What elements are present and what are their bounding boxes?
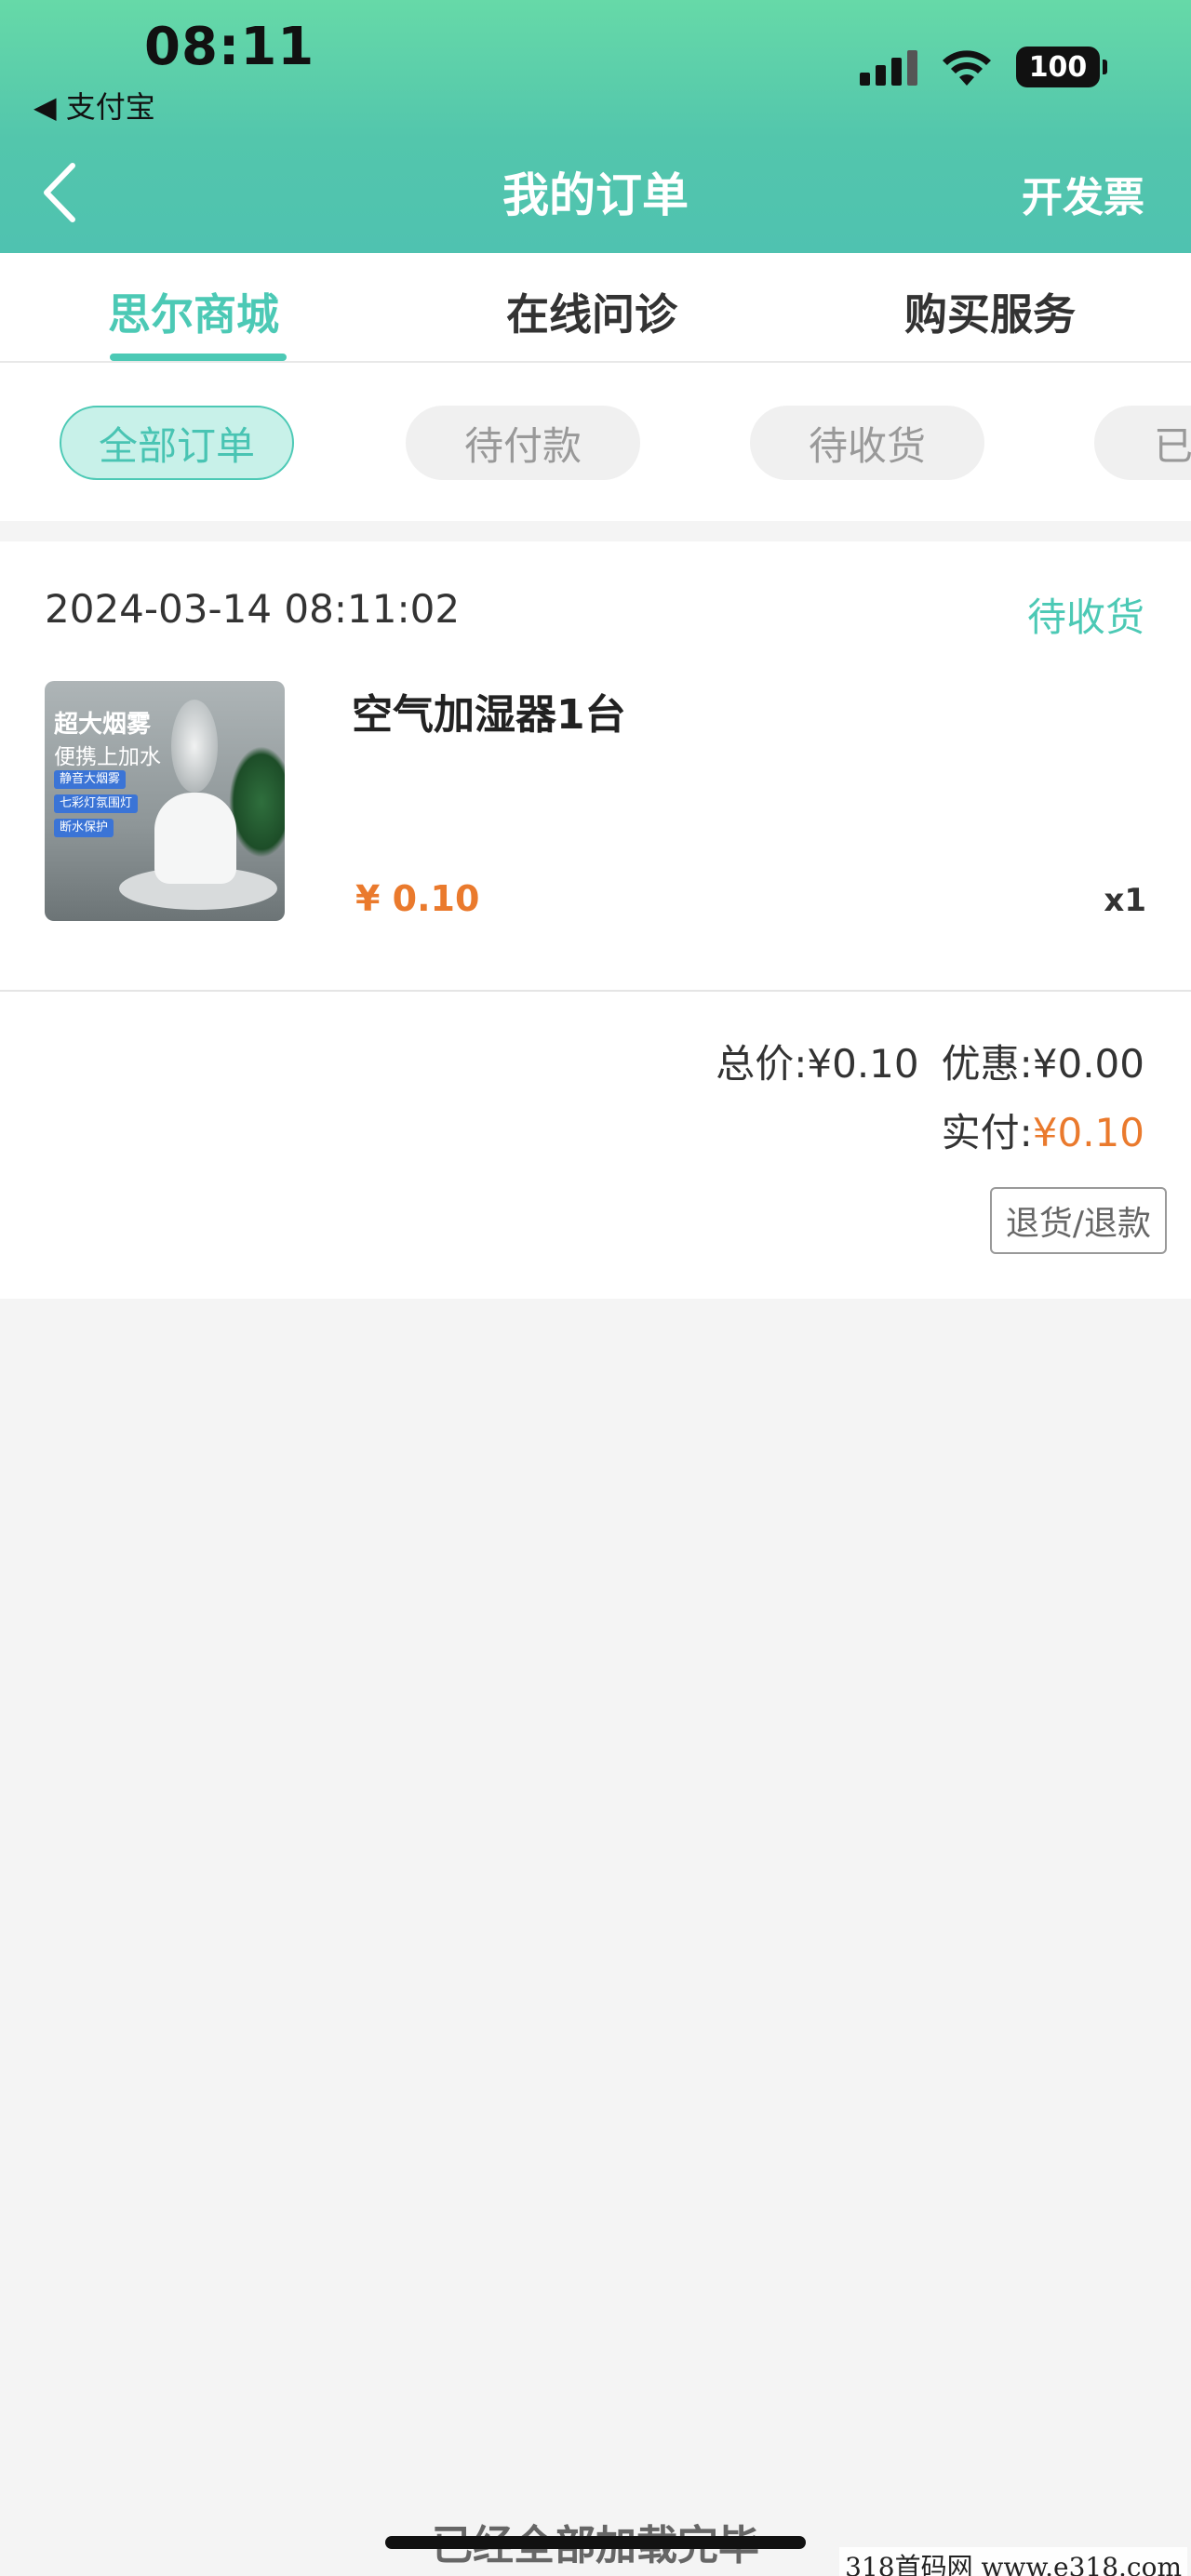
price-summary: 总价:¥0.10 优惠:¥0.00 <box>716 1033 1144 1089</box>
humidifier-graphic <box>154 793 236 884</box>
status-back-to-app[interactable]: ◀ 支付宝 <box>33 84 155 127</box>
product-price: ¥ 0.10 <box>355 878 480 919</box>
product-quantity: x1 <box>1104 882 1146 919</box>
cellular-signal-icon <box>860 48 917 86</box>
thumb-tag: 静音大烟雾 <box>54 770 127 789</box>
amount-paid: 实付:¥0.10 <box>942 1101 1144 1158</box>
status-icons: 100 <box>860 47 1107 87</box>
thumb-subline: 便携上加水 <box>54 745 161 769</box>
home-indicator[interactable] <box>385 2536 806 2549</box>
header: 08:11 ◀ 支付宝 100 我的订单 开发票 <box>0 0 1191 253</box>
watermark: 318首码网 www.e318.com <box>839 2547 1187 2576</box>
filter-pending-receipt[interactable]: 待收货 <box>750 406 984 480</box>
amount-paid-value: ¥0.10 <box>1032 1110 1144 1155</box>
tab-online-consult[interactable]: 在线问诊 <box>506 281 677 342</box>
page-title: 我的订单 <box>502 168 689 222</box>
total-price: 总价:¥0.10 <box>716 1041 919 1087</box>
active-tab-indicator <box>110 354 287 361</box>
order-status: 待收货 <box>1026 594 1144 640</box>
order-filter-bar: 全部订单 待付款 待收货 已 <box>0 363 1191 521</box>
product-name[interactable]: 空气加湿器1台 <box>352 681 626 741</box>
order-card[interactable]: 2024-03-14 08:11:02 待收货 超大烟雾 便携上加水 静音大烟雾… <box>0 541 1191 1299</box>
wifi-icon <box>940 47 994 87</box>
order-timestamp: 2024-03-14 08:11:02 <box>45 586 461 632</box>
issue-invoice-button[interactable]: 开发票 <box>1022 164 1144 223</box>
filter-completed[interactable]: 已 <box>1094 406 1191 480</box>
product-thumbnail[interactable]: 超大烟雾 便携上加水 静音大烟雾 七彩灯氛围灯 断水保护 <box>45 681 285 921</box>
category-tabs: 思尔商城 在线问诊 购买服务 <box>0 253 1191 363</box>
battery-icon: 100 <box>1016 47 1107 87</box>
tab-purchase-service[interactable]: 购买服务 <box>904 281 1076 342</box>
thumb-tag: 断水保护 <box>54 819 114 837</box>
thumb-tag: 七彩灯氛围灯 <box>54 794 139 813</box>
tab-mall[interactable]: 思尔商城 <box>108 281 279 342</box>
discount: 优惠:¥0.00 <box>941 1041 1144 1087</box>
thumb-headline: 超大烟雾 <box>54 711 152 739</box>
return-refund-button[interactable]: 退货/退款 <box>990 1187 1167 1254</box>
status-time: 08:11 <box>144 17 315 77</box>
filter-all-orders[interactable]: 全部订单 <box>60 406 294 480</box>
mist-graphic <box>171 700 218 793</box>
filter-pending-payment[interactable]: 待付款 <box>406 406 640 480</box>
amount-paid-label: 实付: <box>941 1110 1033 1155</box>
divider <box>0 990 1191 992</box>
plant-graphic <box>229 746 285 858</box>
